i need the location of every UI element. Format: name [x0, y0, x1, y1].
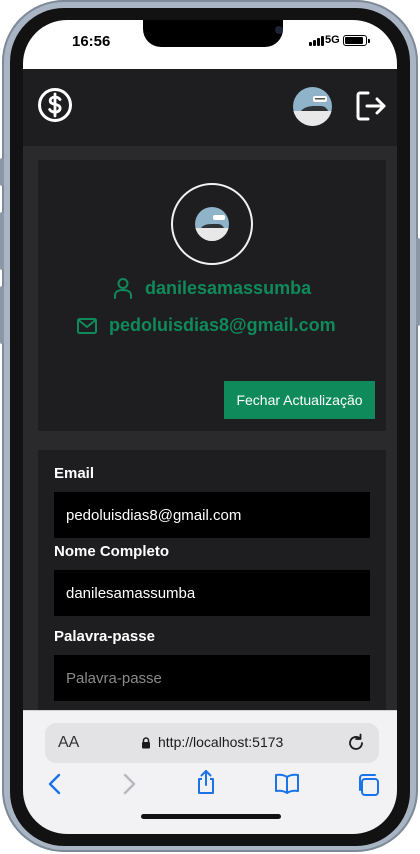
email-field[interactable]: pedoluisdias8@gmail.com	[54, 492, 370, 538]
screen: 16:56 5G danilesamassumba pedoluisdias8@…	[23, 20, 397, 834]
silent-switch	[0, 158, 4, 186]
profile-email-row: pedoluisdias8@gmail.com	[77, 315, 336, 336]
password-field[interactable]: Palavra-passe	[54, 655, 370, 701]
tabs-icon[interactable]	[356, 773, 380, 797]
back-icon[interactable]	[47, 773, 63, 795]
shoe-avatar-icon	[293, 87, 332, 126]
power-button	[416, 238, 420, 326]
network-type: 5G	[325, 34, 340, 46]
name-label: Nome Completo	[54, 543, 170, 560]
user-icon	[114, 278, 132, 299]
url-text: http://localhost:5173	[158, 734, 284, 750]
browser-nav	[23, 770, 397, 813]
reader-settings-button[interactable]: AA	[58, 734, 79, 752]
notch	[143, 20, 283, 47]
profile-form: Email pedoluisdias8@gmail.com Nome Compl…	[38, 450, 386, 716]
profile-username: danilesamassumba	[145, 277, 312, 298]
profile-username-row: danilesamassumba	[113, 277, 311, 299]
app-header	[23, 69, 397, 146]
password-label: Palavra-passe	[54, 628, 155, 645]
lock-icon	[142, 737, 150, 749]
signal-icon	[309, 36, 324, 46]
battery-icon	[343, 35, 370, 46]
volume-up-button	[0, 212, 4, 270]
name-field[interactable]: danilesamassumba	[54, 570, 370, 616]
address-bar[interactable]: AA http://localhost:5173	[45, 723, 379, 763]
mail-icon	[77, 317, 97, 334]
profile-avatar[interactable]	[171, 183, 253, 265]
profile-email: pedoluisdias8@gmail.com	[109, 315, 336, 335]
logout-icon[interactable]	[354, 89, 388, 123]
dollar-circle-icon[interactable]	[37, 87, 73, 123]
camera-icon	[275, 26, 283, 34]
status-time: 16:56	[72, 33, 111, 50]
home-indicator	[141, 814, 281, 819]
header-avatar[interactable]	[293, 87, 332, 126]
shoe-avatar-icon	[195, 207, 229, 241]
bookmarks-icon[interactable]	[274, 773, 300, 795]
profile-card: danilesamassumba pedoluisdias8@gmail.com…	[38, 160, 386, 431]
page-content: danilesamassumba pedoluisdias8@gmail.com…	[23, 146, 397, 716]
email-label: Email	[54, 465, 95, 482]
share-icon[interactable]	[195, 769, 217, 795]
close-update-button[interactable]: Fechar Actualização	[224, 381, 375, 419]
volume-down-button	[0, 286, 4, 344]
reload-icon[interactable]	[346, 733, 366, 753]
forward-icon[interactable]	[121, 773, 137, 795]
status-bar: 16:56 5G	[23, 20, 397, 69]
